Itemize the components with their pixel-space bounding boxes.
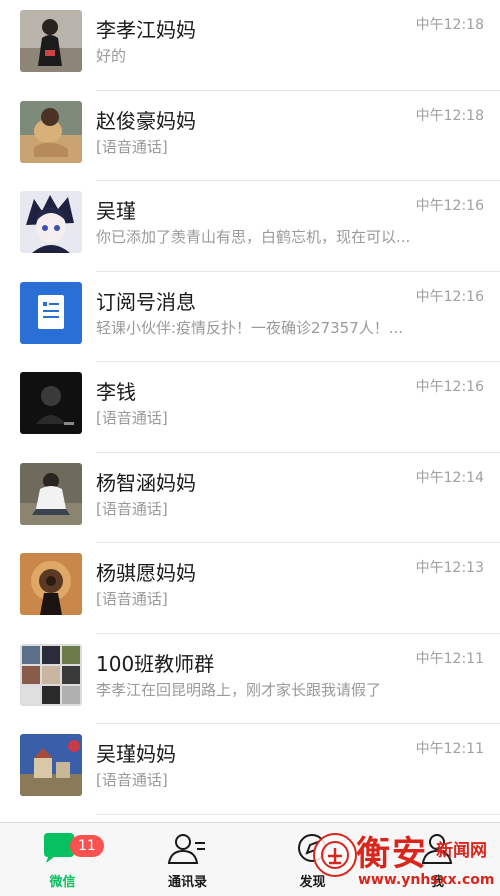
chat-name: 100班教师群 xyxy=(96,651,215,676)
chat-time: 中午12:18 xyxy=(415,107,484,124)
chat-time: 中午12:11 xyxy=(415,650,484,667)
contacts-icon xyxy=(167,834,205,864)
chat-name: 赵俊豪妈妈 xyxy=(96,108,196,133)
tab-chats[interactable]: 11 微信 xyxy=(0,823,125,896)
chat-time: 中午12:18 xyxy=(415,17,484,33)
avatar[interactable] xyxy=(20,191,82,253)
chat-item[interactable]: 吴瑾妈妈 [语音通话] 中午12:11 xyxy=(0,724,500,815)
avatar[interactable] xyxy=(20,372,82,434)
avatar-photo xyxy=(20,372,82,434)
chat-time: 中午12:16 xyxy=(415,288,484,305)
chat-item[interactable]: 李孝江妈妈 好的 中午12:18 xyxy=(0,0,500,91)
chat-item[interactable]: 100班教师群 李孝江在回昆明路上，刚才家长跟我请假了 中午12:11 xyxy=(0,634,500,724)
tab-label: 通讯录 xyxy=(167,875,207,890)
divider xyxy=(96,813,500,815)
avatar-anime xyxy=(20,191,82,253)
chat-preview: [语音通话] xyxy=(96,499,168,518)
chat-name: 订阅号消息 xyxy=(96,289,196,314)
avatar[interactable] xyxy=(20,643,82,706)
chat-item[interactable]: 杨骐愿妈妈 [语音通话] 中午12:13 xyxy=(0,543,500,634)
bottom-tab-bar: 11 微信 通讯录 发现 我 xyxy=(0,822,500,896)
avatar[interactable] xyxy=(20,10,82,72)
chat-preview: 轻课小伙伴:疫情反扑！一夜确诊27357人！... xyxy=(96,318,404,337)
chat-preview: [语音通话] xyxy=(96,771,168,789)
chat-name: 李钱 xyxy=(96,380,136,404)
chat-time: 中午12:11 xyxy=(415,741,484,757)
subscription-doc-icon xyxy=(20,281,82,344)
tab-label: 微信 xyxy=(49,875,76,890)
avatar[interactable] xyxy=(20,100,82,163)
tab-me[interactable]: 我 xyxy=(375,823,500,896)
chat-name: 杨骐愿妈妈 xyxy=(96,561,196,585)
avatar-photo xyxy=(20,462,82,525)
chat-preview: 李孝江在回昆明路上，刚才家长跟我请假了 xyxy=(96,680,382,699)
chat-item[interactable]: 杨智涵妈妈 [语音通话] 中午12:14 xyxy=(0,453,500,543)
chat-preview: [语音通话] xyxy=(96,409,168,427)
unread-badge: 11 xyxy=(70,835,104,857)
avatar[interactable] xyxy=(20,281,82,344)
compass-icon xyxy=(298,834,326,862)
chat-item[interactable]: 李钱 [语音通话] 中午12:16 xyxy=(0,362,500,453)
chat-time: 中午12:14 xyxy=(415,469,484,486)
chat-item[interactable]: 订阅号消息 轻课小伙伴:疫情反扑！一夜确诊27357人！... 中午12:16 xyxy=(0,272,500,362)
avatar[interactable] xyxy=(20,553,82,615)
group-avatar-grid xyxy=(20,643,82,706)
chat-name: 吴瑾 xyxy=(96,199,136,223)
chat-name: 吴瑾妈妈 xyxy=(96,742,176,766)
chat-preview: 好的 xyxy=(96,47,127,65)
avatar-photo xyxy=(20,734,82,796)
chat-item[interactable]: 吴瑾 你已添加了羡青山有思，白鹤忘机，现在可以... 中午12:16 xyxy=(0,181,500,272)
tab-discover[interactable]: 发现 xyxy=(250,823,375,896)
avatar-photo xyxy=(20,553,82,615)
chat-preview: [语音通话] xyxy=(96,590,168,608)
chat-list: 李孝江妈妈 好的 中午12:18 赵俊豪妈妈 [语音通话] 中午12:18 吴瑾… xyxy=(0,0,500,822)
chat-time: 中午12:16 xyxy=(415,379,484,395)
avatar[interactable] xyxy=(20,462,82,525)
chat-name: 杨智涵妈妈 xyxy=(96,470,196,495)
person-icon xyxy=(421,834,453,864)
tab-label: 我 xyxy=(430,875,444,890)
chat-preview: [语音通话] xyxy=(96,137,168,156)
chat-time: 中午12:13 xyxy=(415,560,484,576)
avatar-photo xyxy=(20,10,82,72)
chat-time: 中午12:16 xyxy=(415,198,484,214)
chat-item[interactable]: 赵俊豪妈妈 [语音通话] 中午12:18 xyxy=(0,91,500,181)
chat-name: 李孝江妈妈 xyxy=(96,18,196,42)
avatar[interactable] xyxy=(20,734,82,796)
tab-label: 发现 xyxy=(299,875,326,890)
chat-preview: 你已添加了羡青山有思，白鹤忘机，现在可以... xyxy=(96,228,411,246)
avatar-photo xyxy=(20,100,82,163)
tab-contacts[interactable]: 通讯录 xyxy=(125,823,250,896)
